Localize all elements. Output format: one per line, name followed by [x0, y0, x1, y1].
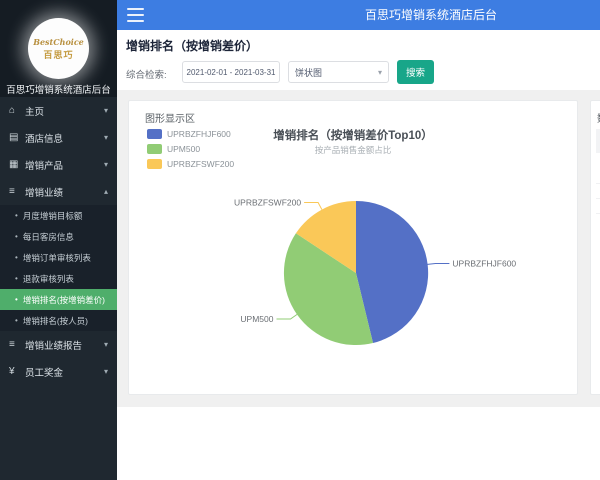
topbar-title: 百思巧增销系统酒店后台 [365, 8, 498, 22]
pie-chart: UPRBZFHJF600 UPM500 UPRBZFSWF200 [234, 198, 516, 346]
submenu-item-order-review-list[interactable]: 增销订单审核列表 [0, 247, 117, 268]
sidebar-item-label: 增销业绩 [25, 187, 64, 199]
chevron-down-icon: ▾ [103, 133, 108, 142]
topbar: 百思巧增销系统酒店后台 [117, 0, 600, 30]
search-label: 综合检索: [126, 70, 167, 81]
submenu-item-refund-review-list[interactable]: 退款审核列表 [0, 268, 117, 289]
app-window: BestChoice 百思巧 百思巧增销系统酒店后台 ⌂ 主页 ▾ ▤ 酒店信息… [0, 0, 600, 480]
sidebar-caption: 百思巧增销系统酒店后台 [6, 85, 111, 96]
product-icon: ▦ [9, 159, 19, 170]
pie-label-leader-line [276, 313, 298, 320]
table-row [596, 169, 600, 184]
chevron-down-icon: ▾ [103, 340, 108, 349]
data-display-panel-partial: 数 [590, 100, 600, 395]
sidebar-item-label: 员工奖金 [25, 367, 64, 379]
sidebar-item-home[interactable]: ⌂ 主页 ▾ [0, 97, 117, 124]
sidebar-item-performance-report[interactable]: ≡ 增销业绩报告 ▾ [0, 331, 117, 358]
submenu-item-daily-room-info[interactable]: 每日客房信息 [0, 226, 117, 247]
sidebar-item-upsell-products[interactable]: ▦ 增销产品 ▾ [0, 151, 117, 178]
home-icon: ⌂ [9, 105, 16, 116]
brand-logo: BestChoice 百思巧 [28, 18, 89, 79]
content-area: 图形显示区 UPRBZFHJF600 UPM500 UPRBZFSWF200 增… [117, 90, 600, 407]
submenu-item-ranking-by-price-diff[interactable]: 增销排名(按增销差价) [0, 289, 117, 310]
pie-slice-label: UPRBZFSWF200 [234, 198, 301, 208]
submenu-item-ranking-by-person[interactable]: 增销排名(按人员) [0, 310, 117, 331]
sidebar-menu: ⌂ 主页 ▾ ▤ 酒店信息 ▾ ▦ 增销产品 ▾ ≡ 增销业绩 ▴ 月度增销目标… [0, 97, 117, 385]
brand-name-en: BestChoice [33, 36, 84, 47]
page-title: 增销排名（按增销差价） [126, 39, 259, 53]
chevron-up-icon: ▴ [103, 187, 108, 196]
chevron-down-icon: ▾ [377, 67, 382, 77]
pie-label-leader-line [427, 263, 450, 265]
chart-type-selected-value: 饼状图 [295, 67, 323, 78]
sidebar: BestChoice 百思巧 百思巧增销系统酒店后台 ⌂ 主页 ▾ ▤ 酒店信息… [0, 0, 117, 480]
sidebar-item-employee-bonus[interactable]: ¥ 员工奖金 ▾ [0, 358, 117, 385]
sidebar-submenu: 月度增销目标额 每日客房信息 增销订单审核列表 退款审核列表 增销排名(按增销差… [0, 205, 117, 331]
chart-display-panel: 图形显示区 UPRBZFHJF600 UPM500 UPRBZFSWF200 增… [128, 100, 578, 395]
date-range-input[interactable] [182, 61, 280, 83]
search-button[interactable]: 搜索 [397, 60, 434, 84]
pie-slice-label: UPM500 [240, 314, 273, 324]
sidebar-item-upsell-performance[interactable]: ≡ 增销业绩 ▴ [0, 178, 117, 205]
logo-block: BestChoice 百思巧 百思巧增销系统酒店后台 [0, 0, 117, 97]
data-table-header-row [596, 129, 600, 153]
hamburger-menu-icon[interactable] [127, 8, 144, 22]
chevron-down-icon: ▾ [103, 160, 108, 169]
bonus-icon: ¥ [9, 366, 15, 377]
chevron-down-icon: ▾ [103, 367, 108, 376]
pie-label-leader-line [304, 202, 323, 210]
sidebar-item-label: 增销业绩报告 [25, 340, 83, 352]
chevron-down-icon: ▾ [103, 106, 108, 115]
sidebar-item-label: 酒店信息 [25, 133, 64, 145]
performance-icon: ≡ [9, 186, 15, 197]
sidebar-item-hotel-info[interactable]: ▤ 酒店信息 ▾ [0, 124, 117, 151]
submenu-item-monthly-target[interactable]: 月度增销目标额 [0, 205, 117, 226]
table-row [596, 184, 600, 199]
table-row [596, 199, 600, 214]
sidebar-item-label: 主页 [25, 106, 45, 118]
hotel-info-icon: ▤ [9, 132, 19, 143]
brand-name-cn: 百思巧 [43, 49, 74, 60]
chart-type-select[interactable]: 饼状图 ▾ [288, 61, 389, 83]
report-icon: ≡ [9, 339, 15, 350]
page-header-zone: 增销排名（按增销差价） 综合检索: 饼状图 ▾ 搜索 [117, 30, 600, 90]
sidebar-item-label: 增销产品 [25, 160, 64, 172]
pie-slice-label: UPRBZFHJF600 [452, 259, 516, 269]
